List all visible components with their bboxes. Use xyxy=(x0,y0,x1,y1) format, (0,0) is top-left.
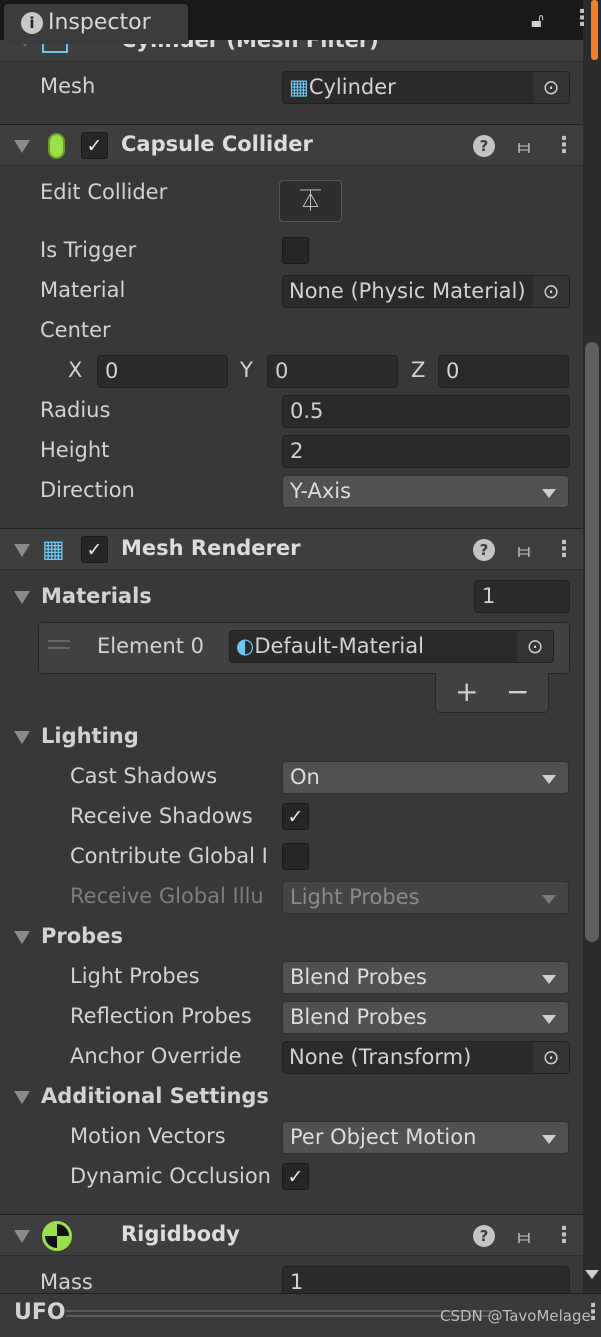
more-icon[interactable]: ⋮ xyxy=(553,537,575,562)
object-picker-icon[interactable]: ⊙ xyxy=(533,276,569,307)
help-icon[interactable]: ? xyxy=(473,134,495,157)
collapse-icon[interactable] xyxy=(14,140,30,153)
info-icon: i xyxy=(21,12,43,34)
radius-label: Radius xyxy=(40,398,111,422)
receive-shadows-label: Receive Shadows xyxy=(70,804,253,828)
tab-label: Inspector xyxy=(48,10,151,35)
component-title: Capsule Collider xyxy=(121,132,313,156)
motion-vectors-label: Motion Vectors xyxy=(70,1124,226,1148)
more-icon[interactable]: ⋮ xyxy=(553,1223,575,1248)
rigidbody-icon xyxy=(42,1221,72,1251)
probes-label: Probes xyxy=(41,924,123,948)
radius-field[interactable]: 0.5 xyxy=(282,395,570,428)
cast-shadows-label: Cast Shadows xyxy=(70,764,218,788)
z-label: Z xyxy=(411,358,426,382)
remove-element-button[interactable]: − xyxy=(506,675,529,708)
scroll-down-arrow[interactable] xyxy=(585,1270,599,1279)
mesh-field[interactable]: ▦Cylinder ⊙ xyxy=(282,71,570,104)
mass-label: Mass xyxy=(40,1270,93,1294)
cast-shadows-dropdown[interactable]: On xyxy=(282,761,569,794)
material-value: None (Physic Material) xyxy=(289,279,526,303)
receive-gi-dropdown: Light Probes xyxy=(282,881,569,914)
presets-icon[interactable]: ⧦ xyxy=(513,134,535,158)
capsule-collider-header[interactable]: ✓ Capsule Collider ? ⧦ ⋮ xyxy=(0,124,583,166)
mesh-icon: ▦ xyxy=(289,75,309,99)
mesh-renderer-header[interactable]: ▦ ✓ Mesh Renderer ? ⧦ ⋮ xyxy=(0,528,583,570)
mesh-renderer-icon: ▦ xyxy=(42,535,65,563)
collapse-icon[interactable] xyxy=(14,544,30,557)
object-picker-icon[interactable]: ⊙ xyxy=(517,631,553,662)
is-trigger-checkbox[interactable] xyxy=(282,237,309,264)
edit-collider-button[interactable]: ⏄ xyxy=(279,180,342,222)
center-y-field[interactable]: 0 xyxy=(267,355,398,388)
capsule-collider-icon xyxy=(48,133,65,159)
mesh-value: Cylinder xyxy=(308,75,396,99)
center-z-field[interactable]: 0 xyxy=(438,355,569,388)
help-icon[interactable]: ? xyxy=(473,1224,495,1247)
edit-collider-label: Edit Collider xyxy=(40,180,168,204)
watermark: CSDN @TavoMelage xyxy=(440,1307,591,1325)
light-probes-label: Light Probes xyxy=(70,964,200,988)
receive-shadows-checkbox[interactable]: ✓ xyxy=(282,803,309,830)
contribute-gi-label: Contribute Global I xyxy=(70,844,268,868)
element-0-label: Element 0 xyxy=(97,634,204,658)
mesh-label: Mesh xyxy=(40,74,96,98)
additional-settings-foldout-icon[interactable] xyxy=(14,1091,30,1104)
height-field[interactable]: 2 xyxy=(282,435,570,468)
object-picker-icon[interactable]: ⊙ xyxy=(533,72,569,103)
more-options-icon[interactable]: ⋮ xyxy=(571,6,593,31)
anchor-override-label: Anchor Override xyxy=(70,1044,242,1068)
y-label: Y xyxy=(240,358,253,382)
help-icon[interactable]: ? xyxy=(473,538,495,561)
enabled-checkbox[interactable]: ✓ xyxy=(81,132,108,159)
material-field[interactable]: None (Physic Material) ⊙ xyxy=(282,275,570,308)
direction-dropdown[interactable]: Y-Axis xyxy=(282,475,569,508)
list-footer xyxy=(435,673,549,713)
probes-foldout-icon[interactable] xyxy=(14,931,30,944)
preview-more-icon[interactable]: ⋮ xyxy=(582,1300,601,1325)
lock-icon[interactable]: 🔓︎ xyxy=(531,8,549,32)
add-element-button[interactable]: + xyxy=(455,675,478,708)
presets-icon[interactable]: ⧦ xyxy=(513,1224,535,1248)
reflection-probes-dropdown[interactable]: Blend Probes xyxy=(282,1001,569,1034)
reflection-probes-label: Reflection Probes xyxy=(70,1004,252,1028)
preview-resize-handle[interactable] xyxy=(66,1310,491,1317)
direction-label: Direction xyxy=(40,478,135,502)
component-title: Rigidbody xyxy=(121,1222,240,1246)
rigidbody-header[interactable]: Rigidbody ? ⧦ ⋮ xyxy=(0,1214,583,1256)
materials-size-field[interactable]: 1 xyxy=(474,580,570,613)
element-0-field[interactable]: ◐Default-Material ⊙ xyxy=(229,630,554,663)
element-0-value: Default-Material xyxy=(254,634,424,658)
collapse-icon[interactable] xyxy=(14,1230,30,1243)
motion-vectors-dropdown[interactable]: Per Object Motion xyxy=(282,1121,569,1154)
more-icon[interactable]: ⋮ xyxy=(553,133,575,158)
contribute-gi-checkbox[interactable] xyxy=(282,843,309,870)
scrollbar-thumb[interactable] xyxy=(585,342,599,942)
height-label: Height xyxy=(40,438,110,462)
tab-inspector[interactable]: i Inspector xyxy=(4,4,188,44)
additional-settings-label: Additional Settings xyxy=(41,1084,269,1108)
center-x-field[interactable]: 0 xyxy=(97,355,228,388)
center-label: Center xyxy=(40,318,111,342)
drag-handle-icon[interactable] xyxy=(48,640,70,649)
lighting-foldout-icon[interactable] xyxy=(14,731,30,744)
lighting-label: Lighting xyxy=(41,724,139,748)
component-title: Mesh Renderer xyxy=(121,536,301,560)
x-label: X xyxy=(68,358,83,382)
object-picker-icon[interactable]: ⊙ xyxy=(533,1042,569,1073)
receive-gi-label: Receive Global Illu xyxy=(70,884,264,908)
materials-foldout-icon[interactable] xyxy=(14,591,30,604)
material-label: Material xyxy=(40,278,126,302)
preview-object-name: UFO xyxy=(14,1300,66,1325)
material-icon: ◐ xyxy=(236,634,255,658)
dynamic-occlusion-label: Dynamic Occlusion xyxy=(70,1164,271,1188)
presets-icon[interactable]: ⧦ xyxy=(513,538,535,562)
anchor-override-field[interactable]: None (Transform) ⊙ xyxy=(282,1041,570,1074)
dynamic-occlusion-checkbox[interactable]: ✓ xyxy=(282,1163,309,1190)
enabled-checkbox[interactable]: ✓ xyxy=(81,536,108,563)
is-trigger-label: Is Trigger xyxy=(40,238,137,262)
anchor-override-value: None (Transform) xyxy=(289,1045,472,1069)
light-probes-dropdown[interactable]: Blend Probes xyxy=(282,961,569,994)
materials-label: Materials xyxy=(41,584,152,608)
